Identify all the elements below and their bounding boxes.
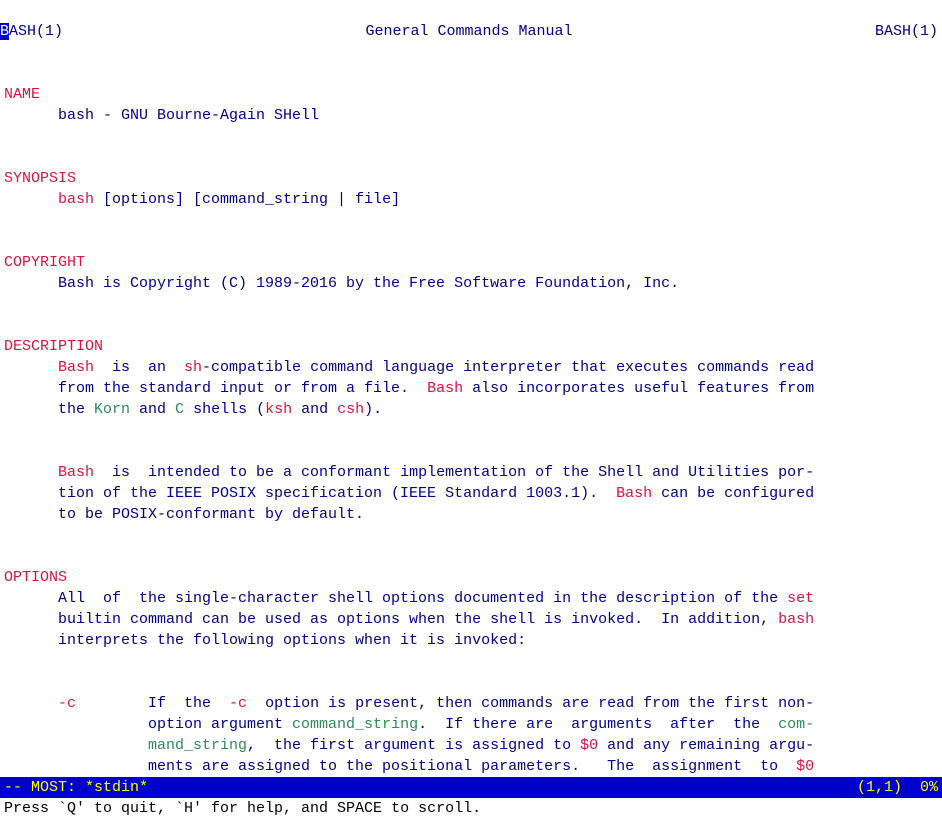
header-right: BASH(1) xyxy=(875,21,942,42)
set-builtin: set xyxy=(787,590,814,607)
desc-para2: Bash is intended to be a conformant impl… xyxy=(4,462,938,525)
c-shell: C xyxy=(175,401,184,418)
korn-shell: Korn xyxy=(94,401,130,418)
section-description: DESCRIPTION xyxy=(4,338,103,355)
synopsis-cmd: bash xyxy=(58,191,94,208)
ksh: ksh xyxy=(265,401,292,418)
status-right: (1,1) 0% xyxy=(857,777,938,798)
command-string: command_string xyxy=(292,716,418,733)
c-flag: -c xyxy=(58,695,76,712)
csh: csh xyxy=(337,401,364,418)
section-options: OPTIONS xyxy=(4,569,67,586)
synopsis-body: bash [options] [command_string | file] xyxy=(4,189,938,210)
copyright-body: Bash is Copyright (C) 1989-2016 by the F… xyxy=(4,273,938,294)
header-line: BASH(1) General Commands Manual BASH(1) xyxy=(0,21,942,42)
header-center: General Commands Manual xyxy=(365,21,572,42)
section-name: NAME xyxy=(4,86,40,103)
header-left: ASH(1) xyxy=(9,23,63,40)
dollar-zero: $0 xyxy=(580,737,598,754)
status-left: -- MOST: *stdin* xyxy=(4,777,148,798)
synopsis-args: [options] [command_string | file] xyxy=(94,191,400,208)
name-body: bash - GNU Bourne-Again SHell xyxy=(4,105,938,126)
manpage-content[interactable]: BASH(1) General Commands Manual BASH(1) NA… xyxy=(0,0,942,777)
desc-para1: Bash is an sh-compatible command languag… xyxy=(4,357,938,420)
desc-bash: Bash xyxy=(58,359,94,376)
options-para1: All of the single-character shell option… xyxy=(4,588,938,651)
cursor: B xyxy=(0,23,9,40)
desc-sh: sh xyxy=(184,359,202,376)
option-c: -c If the -c option is present, then com… xyxy=(4,693,938,777)
section-copyright: COPYRIGHT xyxy=(4,254,85,271)
footer-hint: Press `Q' to quit, `H' for help, and SPA… xyxy=(0,798,942,819)
status-bar: -- MOST: *stdin* (1,1) 0% xyxy=(0,777,942,798)
section-synopsis: SYNOPSIS xyxy=(4,170,76,187)
